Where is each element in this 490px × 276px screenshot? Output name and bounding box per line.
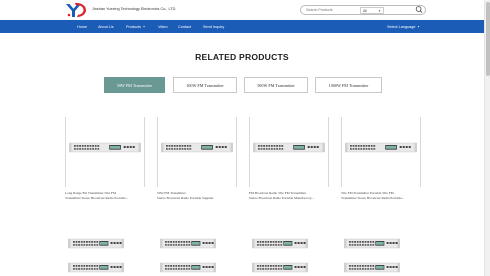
product-title[interactable]: 50w FM Transmitter Portable 50w FM Trans… — [341, 191, 421, 201]
search-scope-value: All — [363, 8, 367, 13]
chevron-down-icon: ▼ — [378, 8, 381, 13]
nav-item-about-us[interactable]: About Us — [98, 25, 114, 29]
language-selector-label: Select Language — [387, 24, 416, 29]
nav-item-contact[interactable]: Contact — [178, 25, 191, 29]
nav-item-home[interactable]: Home — [77, 25, 87, 29]
nav-item-send-inquiry[interactable]: Send Inquiry — [203, 25, 224, 29]
product-title-line: Transmitter Stereo Broadcast Radio Porta… — [341, 196, 405, 201]
scrollbar-thumb[interactable] — [486, 2, 490, 76]
tab-50w-fm-transmitter[interactable]: 50W FM Transmitter — [104, 77, 165, 93]
product-card-partial[interactable] — [160, 238, 230, 276]
product-image[interactable] — [69, 141, 141, 157]
company-logo[interactable] — [64, 2, 88, 18]
tab-1000w-fm-transmitter[interactable]: 1000W FM Transmitter — [315, 77, 382, 93]
search-icon[interactable] — [414, 5, 424, 14]
product-title-line: Transmitter Stereo Broadcast Radio Porta… — [65, 196, 129, 201]
product-card[interactable]: 50w FM Transmitter Portable 50w FM Trans… — [341, 117, 421, 207]
product-card-partial[interactable] — [68, 238, 138, 276]
product-image[interactable] — [344, 238, 400, 276]
product-image[interactable] — [253, 141, 325, 157]
product-card[interactable]: 50W FM Transmitter Stereo Broadcast Radi… — [157, 117, 237, 207]
product-image[interactable] — [345, 141, 417, 157]
product-title-line: Stereo Broadcast Radio Portable Supplier — [157, 196, 214, 201]
nav-item-products-label: Products — [126, 24, 141, 29]
page-scrollbar[interactable] — [484, 0, 490, 276]
product-title-line: Stereo Broadcast Radio Portable Manufact… — [249, 196, 314, 201]
company-name: Jinshan Yuexing Technology Electronics C… — [92, 7, 176, 11]
product-title[interactable]: 50W FM Transmitter Stereo Broadcast Radi… — [157, 191, 237, 201]
language-selector[interactable]: Select Language ▼ — [387, 25, 420, 29]
product-title[interactable]: Long Range Fm Transmitter 50w FM Transmi… — [65, 191, 145, 201]
site-header: Jinshan Yuexing Technology Electronics C… — [0, 0, 484, 20]
search-input[interactable] — [306, 8, 358, 13]
product-image[interactable] — [160, 238, 216, 276]
page: Jinshan Yuexing Technology Electronics C… — [0, 0, 490, 276]
section-title: RELATED PRODUCTS — [195, 52, 289, 62]
chevron-down-icon: ▼ — [142, 25, 146, 28]
main-nav: Home About Us Products ▼ Video Contact S… — [0, 20, 484, 33]
nav-item-products[interactable]: Products ▼ — [126, 25, 145, 29]
product-image[interactable] — [252, 238, 308, 276]
product-image[interactable] — [161, 141, 233, 157]
tab-100w-fm-transmitter[interactable]: 100W FM Transmitter — [173, 77, 237, 93]
product-card[interactable]: FM Broadcast Radio 50w FM Transmitter St… — [249, 117, 329, 207]
tab-500w-fm-transmitter[interactable]: 500W FM Transmitter — [244, 77, 308, 93]
nav-item-video[interactable]: Video — [158, 25, 168, 29]
product-title[interactable]: FM Broadcast Radio 50w FM Transmitter St… — [249, 191, 329, 201]
product-card-partial[interactable] — [252, 238, 322, 276]
product-image[interactable] — [68, 238, 124, 276]
product-card[interactable]: Long Range Fm Transmitter 50w FM Transmi… — [65, 117, 145, 207]
product-card-partial[interactable] — [344, 238, 414, 276]
search-scope-select[interactable]: All ▼ — [360, 6, 384, 14]
chevron-down-icon: ▼ — [416, 25, 420, 28]
